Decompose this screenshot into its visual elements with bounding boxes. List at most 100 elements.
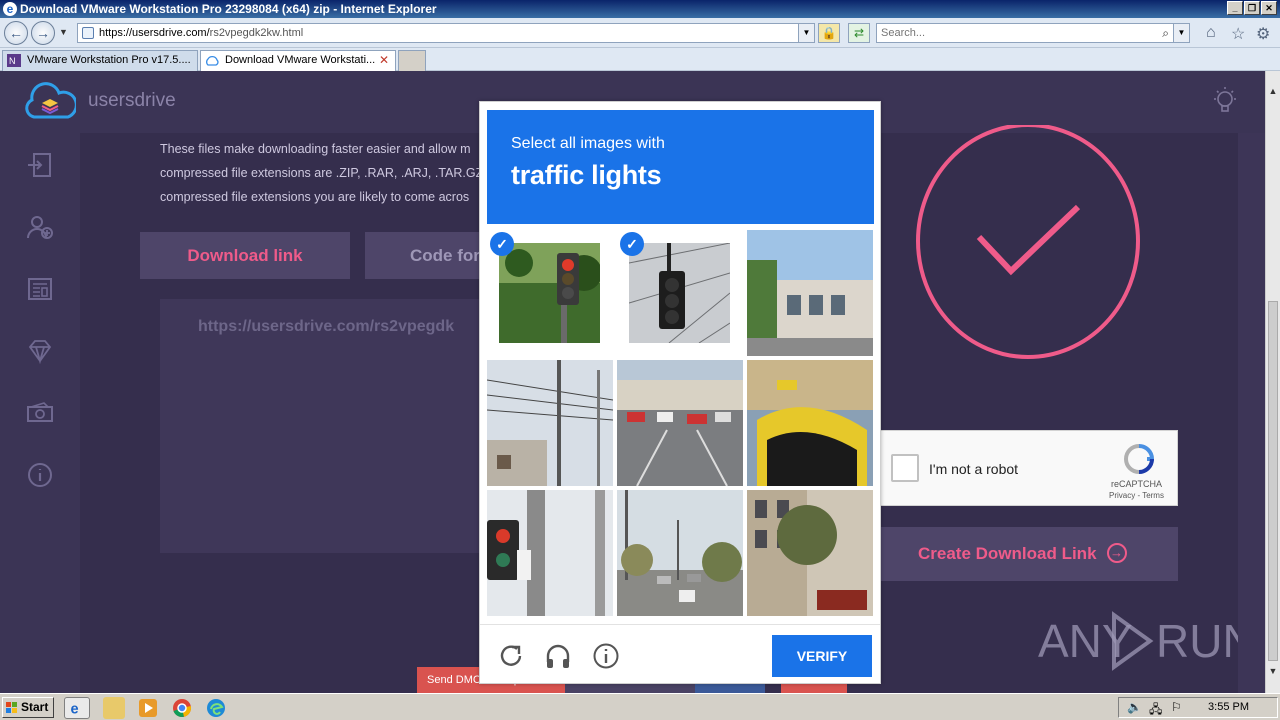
lightbulb-icon[interactable] [1210,85,1240,117]
restore-button[interactable]: ❐ [1244,1,1260,15]
vertical-scrollbar[interactable]: ▲ ▼ [1265,71,1280,693]
traffic-light-image [629,243,730,343]
taskbar-explorer-icon[interactable] [103,697,125,719]
cloud-logo-icon[interactable] [24,81,76,121]
start-button[interactable]: Start [2,697,54,718]
site-brand[interactable]: usersdrive [88,90,176,112]
road-traffic-image [617,360,743,486]
arrow-right-icon: → [1106,543,1127,563]
address-dropdown-icon[interactable]: ▼ [798,24,814,42]
back-button[interactable]: ← [4,21,28,45]
tab-label: VMware Workstation Pro v17.5.... [27,54,191,66]
motorcycle-image [747,360,873,486]
tab-close-icon[interactable]: ✕ [379,51,389,70]
clock[interactable]: 3:55 PM [1208,701,1249,713]
anyrun-watermark: ANY RUN [1038,611,1238,671]
tab-favicon-icon: N [7,54,21,67]
action-center-flag-icon[interactable]: ⚐ [1171,700,1182,714]
scroll-thumb[interactable] [1268,301,1278,661]
captcha-tile[interactable] [617,490,743,616]
windows-taskbar: Start e 🔈 🖧 ⚐ 3:55 PM [0,693,1280,720]
captcha-tile[interactable] [617,360,743,486]
search-dropdown-icon[interactable]: ▼ [1173,24,1189,42]
settings-gear-icon[interactable]: ⚙ [1256,24,1270,44]
refresh-icon[interactable]: ⇄ [848,23,870,43]
captcha-footer: VERIFY [480,624,880,684]
selected-check-icon: ✓ [620,232,644,256]
money-icon[interactable] [26,399,54,427]
url-text[interactable]: https://usersdrive.com/rs2vpegdk2kw.html [99,27,303,39]
new-tab-button[interactable] [398,50,426,71]
svg-text:e: e [71,701,79,717]
description-line: These files make downloading faster easi… [160,142,471,156]
city-building-image [747,490,873,616]
diamond-icon[interactable] [26,337,54,365]
tab-label: Download VMware Workstati... [225,54,376,66]
page-icon [82,27,94,39]
minimize-button[interactable]: _ [1227,1,1243,15]
traffic-light-image [499,243,600,343]
forward-button[interactable]: → [31,21,55,45]
link-box: https://usersdrive.com/rs2vpegdk [160,299,479,553]
history-dropdown-icon[interactable]: ▼ [59,27,68,37]
download-link-tab[interactable]: Download link [140,232,350,279]
create-download-link-button[interactable]: Create Download Link → [880,527,1178,581]
captcha-challenge: Select all images with traffic lights ✓ … [479,101,881,684]
captcha-tile[interactable] [487,360,613,486]
captcha-tile[interactable]: ✓ [487,230,613,356]
site-sidebar [0,133,80,693]
scroll-up-icon[interactable]: ▲ [1266,83,1280,99]
watermark-text-run: RUN [1156,615,1238,667]
create-link-label: Create Download Link [918,544,1097,563]
file-description: These files make downloading faster easi… [160,137,480,209]
captcha-target: traffic lights [511,160,662,190]
windows-flag-icon [6,702,17,713]
tab-download-vmware[interactable]: Download VMware Workstati... ✕ [200,50,396,71]
watermark-text-any: ANY [1038,615,1133,667]
info-icon[interactable] [26,461,54,489]
audio-headphones-icon[interactable] [544,642,572,670]
captcha-header: Select all images with traffic lights [487,110,874,224]
verify-button[interactable]: VERIFY [772,635,872,677]
taskbar-chrome-icon[interactable] [171,697,193,719]
taskbar-edge-icon[interactable] [205,697,227,719]
home-icon[interactable]: ⌂ [1206,24,1216,42]
internet-explorer-icon: e [3,2,17,16]
url-path: rs2vpegdk2kw.html [209,27,304,39]
volume-icon[interactable]: 🔈 [1127,700,1142,714]
avenue-image [617,490,743,616]
taskbar-media-player-icon[interactable] [137,697,159,719]
reload-icon[interactable] [497,642,525,670]
code-for-tab[interactable]: Code for [365,232,479,279]
login-icon[interactable] [26,151,54,179]
recaptcha-brand: reCAPTCHA [1111,479,1163,489]
info-icon[interactable] [592,642,620,670]
lock-icon[interactable]: 🔒 [818,23,840,43]
captcha-tile[interactable] [747,360,873,486]
recaptcha-checkbox[interactable] [891,454,919,482]
captcha-tile[interactable] [747,490,873,616]
news-icon[interactable] [26,275,54,303]
scroll-down-icon[interactable]: ▼ [1266,663,1280,679]
search-icon[interactable]: ⌕ [1162,26,1169,41]
tab-favicon-icon [206,55,219,66]
street-building-image [747,230,873,356]
svg-text:N: N [9,56,16,66]
download-url-text[interactable]: https://usersdrive.com/rs2vpegdk [198,318,454,336]
recaptcha-label: I'm not a robot [929,461,1019,477]
captcha-tile[interactable] [487,490,613,616]
add-user-icon[interactable] [26,213,54,241]
network-icon[interactable]: 🖧 [1149,700,1162,720]
search-box[interactable]: ⌕ ▼ [876,23,1190,43]
captcha-tile[interactable] [747,230,873,356]
recaptcha-privacy-terms[interactable]: Privacy - Terms [1109,491,1164,500]
tab-vmware-workstation[interactable]: N VMware Workstation Pro v17.5.... [2,50,198,71]
address-bar[interactable]: https://usersdrive.com/rs2vpegdk2kw.html… [77,23,815,43]
recaptcha-widget: I'm not a robot reCAPTCHA Privacy - Term… [880,430,1178,506]
taskbar-ie-icon[interactable]: e [64,697,90,719]
search-input[interactable] [881,26,1151,40]
captcha-tile[interactable]: ✓ [617,230,743,356]
tab-bar: N VMware Workstation Pro v17.5.... Downl… [0,48,1280,71]
favorites-star-icon[interactable]: ☆ [1231,24,1245,44]
close-window-button[interactable]: ✕ [1261,1,1277,15]
